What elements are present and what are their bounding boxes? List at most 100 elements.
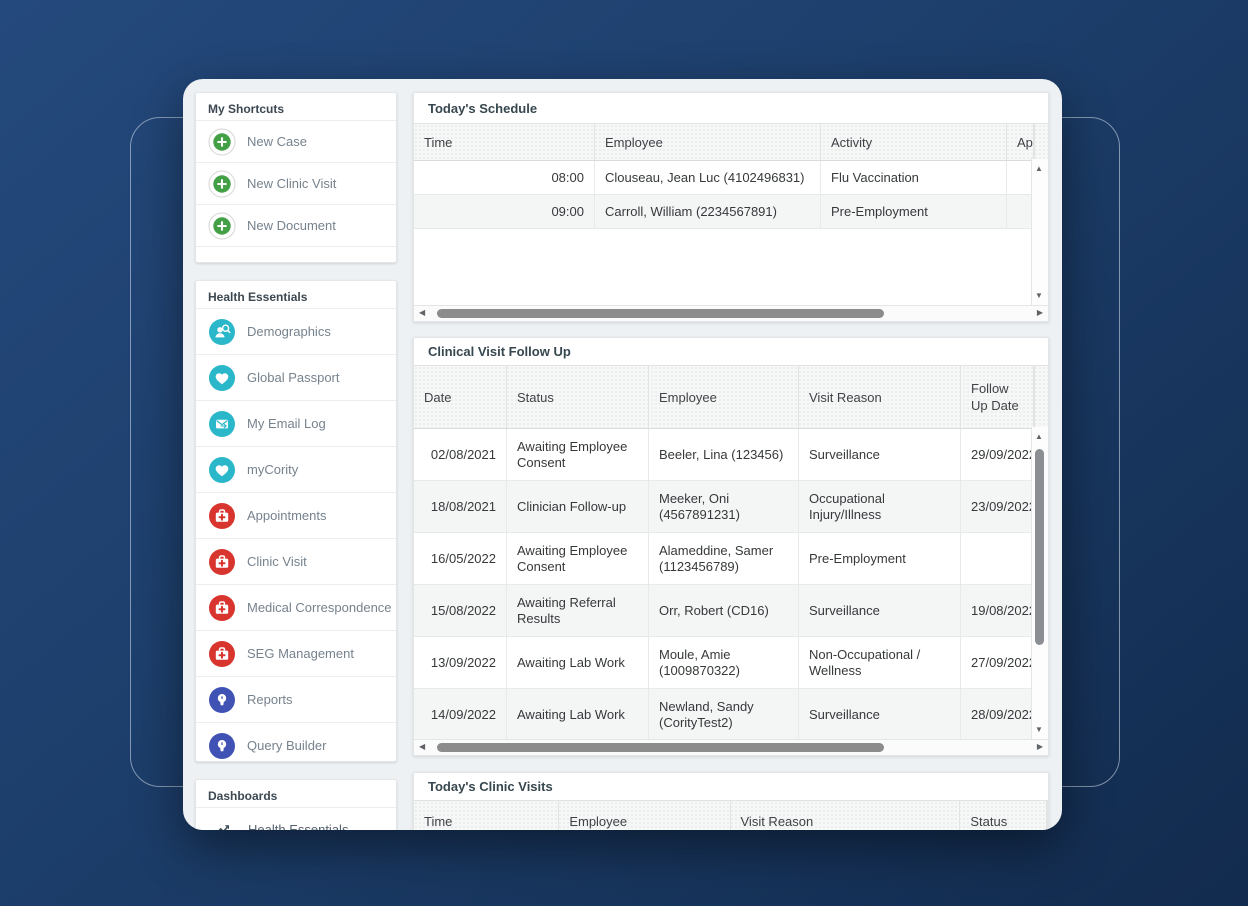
column-header-follow-up-date[interactable]: Follow Up Date [961,366,1034,428]
module-item[interactable]: Global Passport [196,354,396,400]
table-body: 08:00Clouseau, Jean Luc (4102496831)Flu … [414,161,1034,229]
scroll-down-icon[interactable] [1035,726,1043,734]
medical-bag-icon [208,502,236,530]
todays-schedule-title: Today's Schedule [414,93,1048,123]
table-cell: Pre-Employment [799,533,961,584]
todays-clinic-visits-panel: Today's Clinic Visits TimeEmployeeVisit … [413,772,1049,830]
horizontal-scrollbar[interactable] [414,739,1048,755]
table-cell [961,533,1034,584]
module-label: Demographics [247,324,331,339]
table-cell: Surveillance [799,585,961,636]
module-label: Query Builder [247,738,326,753]
module-item[interactable]: Medical Correspondence [196,584,396,630]
table-cell: 16/05/2022 [414,533,507,584]
table-cell: Surveillance [799,689,961,740]
scroll-up-icon[interactable] [1035,165,1043,173]
dashboard-item[interactable]: Health Essentials [196,807,396,830]
shortcut-label: New Case [247,134,307,149]
module-item[interactable]: Clinic Visit [196,538,396,584]
module-item[interactable]: myCority [196,446,396,492]
plus-circle-icon [208,128,236,156]
table-row[interactable]: 18/08/2021Clinician Follow-upMeeker, Oni… [414,481,1034,533]
column-header-visit-reason[interactable]: Visit Reason [731,801,961,830]
column-header-date[interactable]: Date [414,366,507,428]
table-cell: Orr, Robert (CD16) [649,585,799,636]
scrollbar-thumb[interactable] [1035,449,1044,645]
module-item[interactable]: Demographics [196,308,396,354]
module-label: SEG Management [247,646,354,661]
scroll-right-icon[interactable] [1037,309,1043,317]
module-label: Medical Correspondence [247,600,392,615]
lightbulb-icon [208,686,236,714]
column-header-time[interactable]: Time [414,801,559,830]
column-header-status[interactable]: Status [960,801,1047,830]
table-cell: Newland, Sandy (CorityTest2) [649,689,799,740]
table-cell: 08:00 [414,161,595,194]
scroll-right-icon[interactable] [1037,743,1043,751]
clinical-visit-follow-up-table: DateStatusEmployeeVisit ReasonFollow Up … [414,365,1048,755]
scrollbar-thumb[interactable] [437,309,884,318]
column-header-activity[interactable]: Activity [821,124,1007,160]
module-item[interactable]: Appointments [196,492,396,538]
table-cell: Awaiting Lab Work [507,689,649,740]
table-row[interactable]: 08:00Clouseau, Jean Luc (4102496831)Flu … [414,161,1034,195]
column-header-ap[interactable]: Ap [1007,124,1034,160]
table-cell: 13/09/2022 [414,637,507,688]
vertical-scrollbar[interactable] [1031,427,1048,740]
shortcut-item[interactable]: New Clinic Visit [196,162,396,204]
shortcut-label: New Clinic Visit [247,176,336,191]
table-cell: Moule, Amie (1009870322) [649,637,799,688]
column-header-employee[interactable]: Employee [649,366,799,428]
column-header-time[interactable]: Time [414,124,595,160]
table-cell: Clouseau, Jean Luc (4102496831) [595,161,821,194]
scroll-up-icon[interactable] [1035,433,1043,441]
todays-schedule-panel: Today's Schedule TimeEmployeeActivityAp … [413,92,1049,322]
my-shortcuts-card: My Shortcuts New Case New Clinic Visit N… [195,92,397,263]
medical-bag-icon [208,548,236,576]
shortcut-item[interactable]: New Case [196,120,396,162]
column-header-employee[interactable]: Employee [559,801,730,830]
scrollbar-track[interactable] [429,743,1033,752]
module-label: Appointments [247,508,327,523]
module-label: Reports [247,692,293,707]
vertical-scrollbar[interactable] [1031,159,1048,306]
module-item[interactable]: Query Builder [196,722,396,762]
health-essentials-card: Health Essentials Demographics Global Pa… [195,280,397,762]
module-item[interactable]: Reports [196,676,396,722]
horizontal-scrollbar[interactable] [414,305,1048,321]
scrollbar-thumb[interactable] [437,743,884,752]
scroll-left-icon[interactable] [419,743,425,751]
table-row[interactable]: 09:00Carroll, William (2234567891)Pre-Em… [414,195,1034,229]
table-cell [1007,161,1034,194]
table-row[interactable]: 15/08/2022Awaiting Referral ResultsOrr, … [414,585,1034,637]
heart-icon [208,364,236,392]
module-item[interactable]: My Email Log [196,400,396,446]
table-cell: 19/08/2022 [961,585,1034,636]
table-row[interactable]: 16/05/2022Awaiting Employee ConsentAlame… [414,533,1034,585]
table-cell: Awaiting Employee Consent [507,429,649,480]
column-header-status[interactable]: Status [507,366,649,428]
table-row[interactable]: 13/09/2022Awaiting Lab WorkMoule, Amie (… [414,637,1034,689]
table-cell: Meeker, Oni (4567891231) [649,481,799,532]
table-cell: 09:00 [414,195,595,228]
scroll-left-icon[interactable] [419,309,425,317]
table-cell: Non-Occupational / Wellness [799,637,961,688]
scrollbar-track[interactable] [429,309,1033,318]
table-cell: 14/09/2022 [414,689,507,740]
table-cell: Pre-Employment [821,195,1007,228]
scroll-down-icon[interactable] [1035,292,1043,300]
module-label: Global Passport [247,370,340,385]
table-row[interactable]: 02/08/2021Awaiting Employee ConsentBeele… [414,429,1034,481]
table-row[interactable]: 14/09/2022Awaiting Lab WorkNewland, Sand… [414,689,1034,741]
todays-clinic-visits-table: TimeEmployeeVisit ReasonStatus [414,800,1048,830]
table-cell: Flu Vaccination [821,161,1007,194]
column-header-employee[interactable]: Employee [595,124,821,160]
shortcut-item[interactable]: New Document [196,204,396,246]
column-header-filler [1034,124,1048,160]
module-item[interactable]: SEG Management [196,630,396,676]
table-header-row: DateStatusEmployeeVisit ReasonFollow Up … [414,365,1048,429]
email-icon [208,410,236,438]
table-cell: 28/09/2022 [961,689,1034,740]
column-header-visit-reason[interactable]: Visit Reason [799,366,961,428]
main-content: Today's Schedule TimeEmployeeActivityAp … [413,92,1049,830]
